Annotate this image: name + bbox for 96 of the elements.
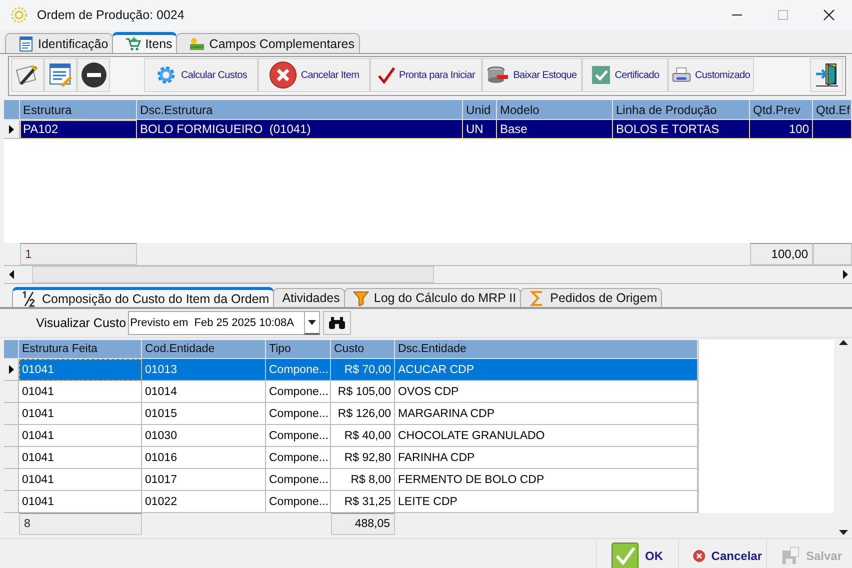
total-value: 488,05 xyxy=(331,513,395,535)
table-row[interactable]: 01041 01017 Compone... R$ 8,00 FERMENTO DE BOLO CDP xyxy=(4,469,698,491)
row-pointer-icon xyxy=(8,365,14,374)
table-cell: 01016 xyxy=(142,447,266,469)
table-cell: Compone... xyxy=(266,403,331,425)
table-cell: 01041 xyxy=(19,359,142,381)
document-icon xyxy=(18,36,34,52)
table-cell: 100 xyxy=(750,120,813,139)
window-title: Ordem de Produção: 0024 xyxy=(37,8,184,22)
scroll-up-icon xyxy=(838,340,848,345)
table-row[interactable]: 01041 01013 Compone... R$ 70,00 ACUCAR CDP xyxy=(4,359,698,381)
tab[interactable]: Campos Complementares xyxy=(176,33,360,53)
maximize-icon xyxy=(777,9,789,21)
table-cell: R$ 8,00 xyxy=(331,469,395,491)
scroll-down-icon xyxy=(838,530,848,535)
cancel-icon xyxy=(268,61,297,89)
table-cell: 01013 xyxy=(142,359,266,381)
table-cell: 01030 xyxy=(142,425,266,447)
tab[interactable]: Composição do Custo do Item da Ordem xyxy=(12,287,274,307)
table-cell: 01041 xyxy=(19,381,142,403)
table-cell: PA102 xyxy=(20,120,137,139)
table-cell: Base xyxy=(497,120,613,139)
table-cell: UN xyxy=(463,120,497,139)
checkmark-icon xyxy=(611,542,639,568)
exit-door-icon xyxy=(814,62,840,88)
scrollbar-thumb[interactable] xyxy=(32,266,434,283)
table-cell: FARINHA CDP xyxy=(395,447,698,469)
tab[interactable]: Itens xyxy=(112,32,178,53)
toolbar-button[interactable]: Cancelar Item xyxy=(258,58,370,92)
table-cell: Compone... xyxy=(266,381,331,403)
table-cell: 01041 xyxy=(19,403,142,425)
table-cell: 01041 xyxy=(19,469,142,491)
table-cell: BOLO FORMIGUEIRO (01041) xyxy=(137,120,463,139)
funnel-icon xyxy=(352,290,369,306)
column-header[interactable]: Estrutura xyxy=(20,100,137,120)
scroll-right-icon xyxy=(842,270,848,279)
tab[interactable]: Pedidos de Origem xyxy=(520,288,662,307)
field-label: Visualizar Custo xyxy=(36,316,126,330)
table-cell: R$ 92,80 xyxy=(331,447,395,469)
tab[interactable]: Log do Cálculo do MRP II xyxy=(344,288,522,307)
table-row[interactable]: PA102 BOLO FORMIGUEIRO (01041) UN Base BOLOS E TORTAS 100 xyxy=(4,120,852,139)
half-fraction-icon xyxy=(21,290,37,306)
row-pointer-icon xyxy=(9,124,14,134)
table-row[interactable]: 01041 01016 Compone... R$ 92,80 FARINHA CDP xyxy=(4,447,698,469)
table-cell: Compone... xyxy=(266,425,331,447)
close-icon xyxy=(823,9,835,21)
search-button[interactable] xyxy=(323,311,352,335)
table-cell: MARGARINA CDP xyxy=(395,403,698,425)
list-edit-icon xyxy=(48,62,74,88)
dropdown-button[interactable] xyxy=(304,311,320,335)
minus-button[interactable] xyxy=(77,58,110,92)
table-cell: 01041 xyxy=(19,425,142,447)
binoculars-icon xyxy=(328,316,346,330)
gear-icon xyxy=(154,64,177,86)
tab[interactable]: Identificação xyxy=(5,33,114,53)
table-cell: 01014 xyxy=(142,381,266,403)
table-cell: BOLOS E TORTAS xyxy=(613,120,750,139)
tab[interactable]: Atividades xyxy=(273,288,345,307)
table-cell: R$ 40,00 xyxy=(331,425,395,447)
table-cell: R$ 70,00 xyxy=(331,359,395,381)
minus-icon xyxy=(80,62,106,88)
table-cell: ACUCAR CDP xyxy=(395,359,698,381)
table-cell: 01015 xyxy=(142,403,266,425)
checkbox-icon xyxy=(590,65,611,85)
exit-button[interactable] xyxy=(810,58,843,92)
scroll-left-icon xyxy=(8,270,14,279)
checkmark-icon xyxy=(376,66,395,84)
field-icon xyxy=(189,36,206,52)
table-row[interactable]: 01041 01030 Compone... R$ 40,00 CHOCOLATE GRANULADO xyxy=(4,425,698,447)
table-cell: R$ 105,00 xyxy=(331,381,395,403)
table-cell: Compone... xyxy=(266,469,331,491)
total-value: 100,00 xyxy=(750,243,813,265)
toolbar-button[interactable]: Calcular Custos xyxy=(144,58,258,92)
table-cell: OVOS CDP xyxy=(395,381,698,403)
pencil-button[interactable] xyxy=(11,58,44,92)
table-cell: Compone... xyxy=(266,447,331,469)
toolbar-button[interactable]: Customizado xyxy=(668,58,754,92)
cost-view-field[interactable]: Previsto em Feb 25 2025 10:08A xyxy=(128,311,304,335)
toolbar-button[interactable]: Pronta para Iniciar xyxy=(370,58,482,92)
table-row[interactable]: 01041 01014 Compone... R$ 105,00 OVOS CDP xyxy=(4,381,698,403)
app-icon xyxy=(10,6,28,24)
toolbar-button[interactable]: Baixar Estoque xyxy=(482,58,582,92)
table-cell: 01017 xyxy=(142,469,266,491)
row-count: 8 xyxy=(19,513,142,535)
row-count: 1 xyxy=(20,243,137,265)
toolbar-button[interactable]: Certificado xyxy=(582,58,668,92)
table-row[interactable]: 01041 01015 Compone... R$ 126,00 MARGARINA CDP xyxy=(4,403,698,425)
table-cell: FERMENTO DE BOLO CDP xyxy=(395,469,698,491)
database-icon xyxy=(487,65,510,85)
table-cell: CHOCOLATE GRANULADO xyxy=(395,425,698,447)
cart-icon xyxy=(125,36,142,52)
table-cell: 01041 xyxy=(19,447,142,469)
dropdown-arrow-icon xyxy=(308,320,316,325)
table-cell: Compone... xyxy=(266,359,331,381)
table-cell: R$ 126,00 xyxy=(331,403,395,425)
list-edit-button[interactable] xyxy=(44,58,77,92)
